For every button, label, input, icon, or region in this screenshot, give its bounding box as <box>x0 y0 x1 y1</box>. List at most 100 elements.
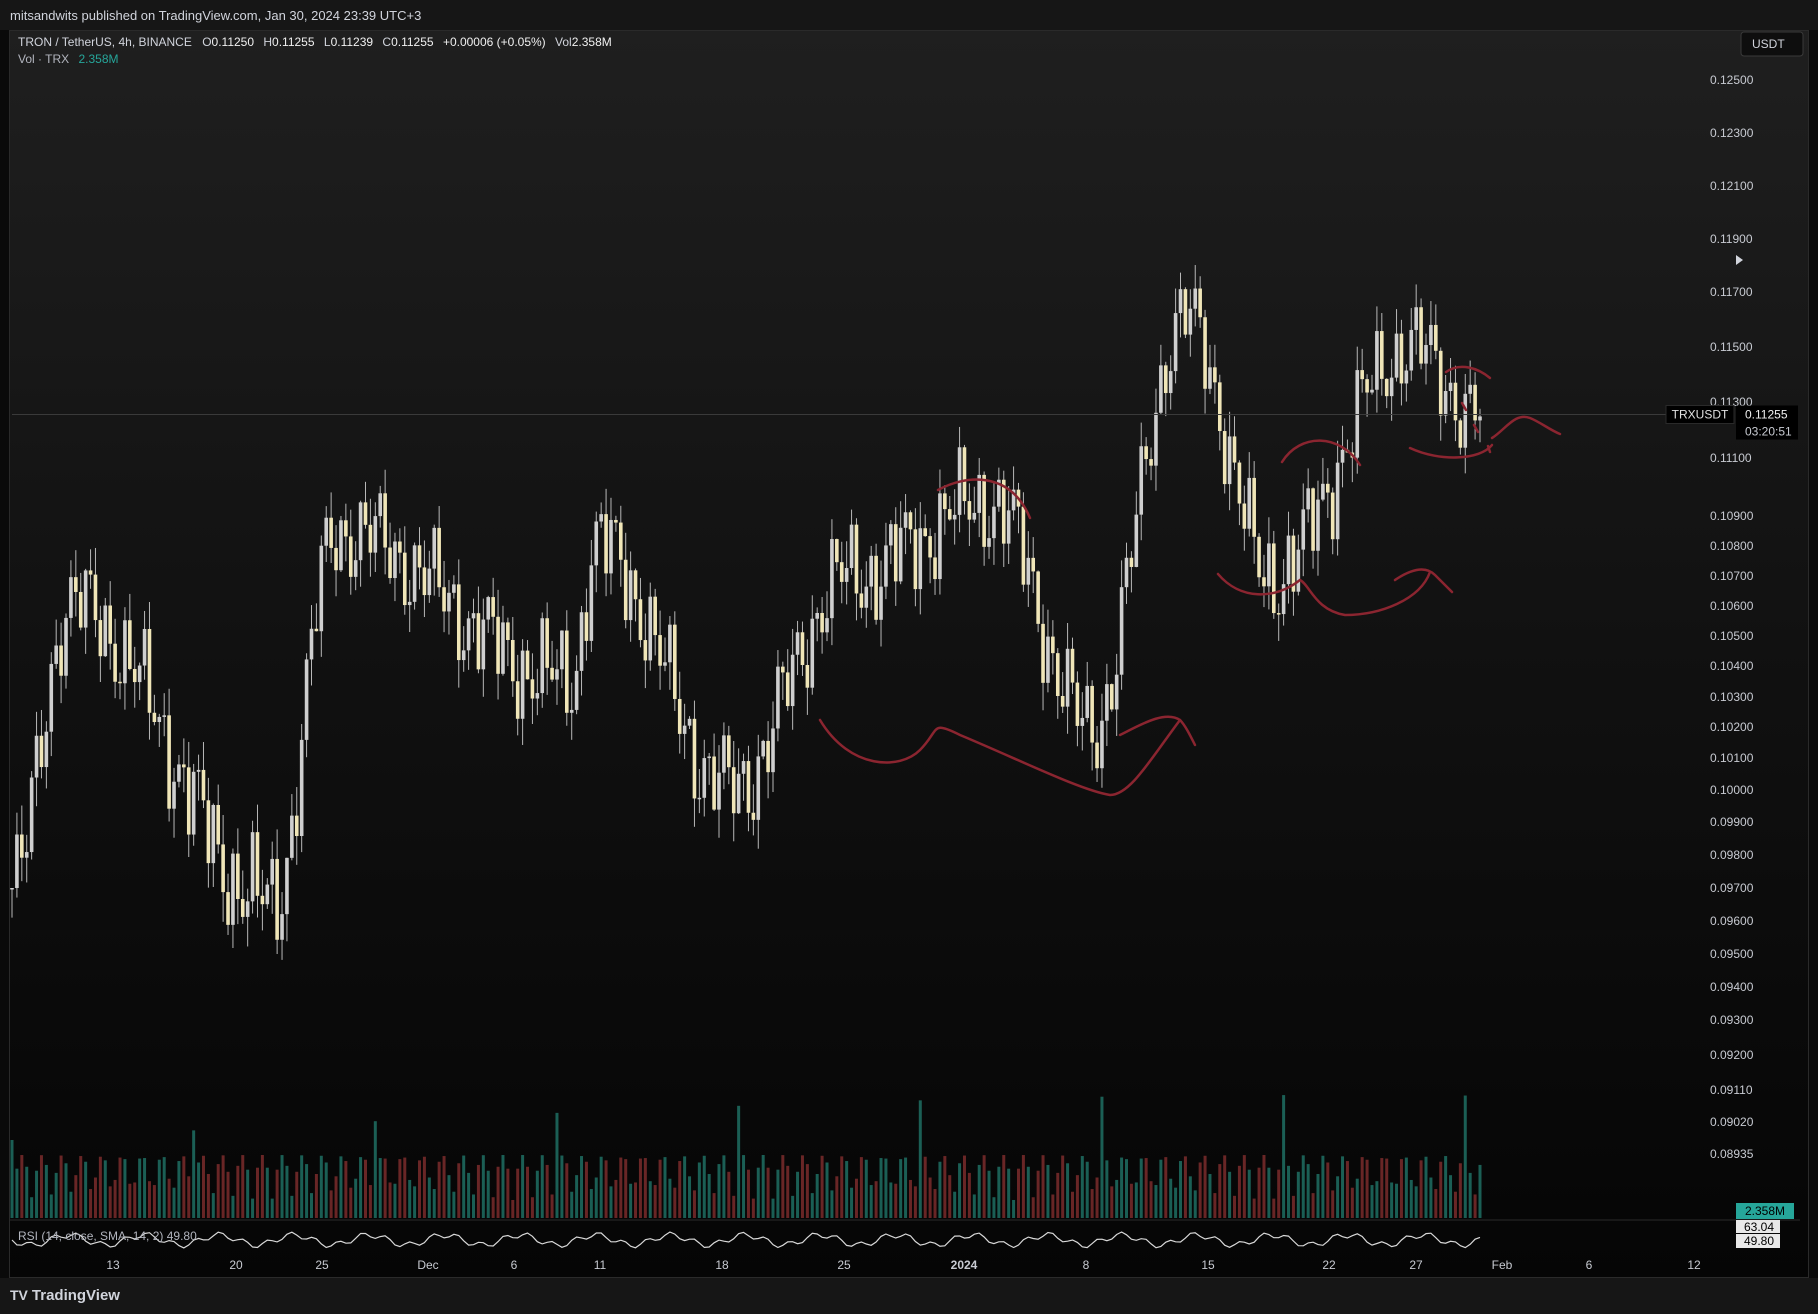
volume-bar <box>526 1166 530 1218</box>
candle-body <box>221 844 225 893</box>
legend-symbol: TRON / TetherUS, 4h, BINANCE <box>18 35 192 49</box>
volume-bar <box>584 1161 588 1218</box>
volume-bar <box>516 1168 520 1218</box>
price-tick-label: 0.09500 <box>1710 947 1754 961</box>
legend-l-value: 0.11239 <box>331 35 374 49</box>
volume-bar <box>1267 1167 1271 1218</box>
scale-marker-icon[interactable] <box>1736 255 1743 265</box>
candle-body <box>74 577 78 592</box>
volume-bar <box>815 1173 819 1218</box>
volume-bar <box>1262 1155 1266 1218</box>
volume-bar <box>766 1167 770 1218</box>
volume-bar <box>550 1194 554 1218</box>
candle-body <box>1340 449 1345 463</box>
candle-body <box>589 565 594 641</box>
candle-body <box>1473 384 1477 421</box>
volume-bar <box>1164 1157 1168 1218</box>
volume-bar <box>226 1171 230 1218</box>
tradingview-brand[interactable]: TV TradingView <box>10 1287 120 1304</box>
volume-bar <box>462 1155 466 1218</box>
candle-body <box>1429 324 1433 346</box>
volume-bar <box>756 1167 760 1218</box>
candle-body <box>1090 685 1094 743</box>
candle-body <box>152 712 157 723</box>
price-tick-label: 0.10000 <box>1710 783 1754 797</box>
volume-bar <box>309 1193 313 1218</box>
volume-bar <box>1149 1181 1153 1218</box>
time-axis[interactable]: 13 20 25 Dec 6 11 18 25 2024 8 15 22 27 Feb 6 12 <box>106 1258 1701 1272</box>
candle-body <box>118 681 122 684</box>
volume-bar <box>1213 1193 1217 1218</box>
candle-body <box>1404 370 1409 384</box>
volume-bar <box>79 1156 83 1218</box>
candle-body <box>461 650 466 661</box>
candle-body <box>771 728 775 773</box>
rsi-pane: RSI (14, close, SMA, 14, 2) 49.80 63.0449… <box>10 1219 1800 1249</box>
candle-body <box>211 804 216 864</box>
volume-bar <box>275 1169 279 1218</box>
volume-bar <box>197 1162 201 1218</box>
volume-bar <box>1380 1158 1384 1218</box>
annotation-stroke[interactable] <box>1490 415 1562 440</box>
price-tick-label: 0.12500 <box>1710 73 1754 87</box>
annotation-stroke[interactable] <box>1393 568 1454 594</box>
volume-bar <box>928 1177 932 1218</box>
price-tick-label: 0.11700 <box>1710 285 1753 299</box>
volume-bar <box>452 1191 456 1218</box>
volume-bar <box>555 1112 559 1218</box>
candle-body <box>260 895 265 905</box>
candle-body <box>972 512 977 520</box>
candle-body <box>1316 499 1320 551</box>
volume-bar <box>1233 1195 1237 1218</box>
drawing-annotations[interactable] <box>818 365 1562 797</box>
volume-bar <box>1115 1179 1119 1218</box>
volume-bar <box>1041 1155 1045 1218</box>
volume-bar <box>221 1155 225 1218</box>
volume-bar <box>717 1164 721 1218</box>
volume-legend: Vol · TRX 2.358M <box>18 52 119 66</box>
candle-body <box>407 601 412 606</box>
annotation-stroke[interactable] <box>1280 439 1362 467</box>
volume-bar <box>496 1166 500 1218</box>
volume-bar <box>25 1166 29 1218</box>
annotation-stroke[interactable] <box>1408 443 1494 459</box>
volume-bar <box>187 1176 191 1218</box>
volume-bar <box>118 1157 122 1218</box>
volume-bar <box>953 1191 957 1218</box>
volume-bar <box>614 1179 618 1218</box>
volume-bar <box>216 1164 220 1218</box>
annotation-stroke[interactable] <box>1444 365 1492 380</box>
candle-body <box>1217 382 1222 432</box>
candle-body <box>329 517 333 548</box>
volume-bar <box>751 1198 755 1218</box>
volume-bar <box>324 1162 328 1218</box>
price-scale[interactable]: 0.12500 0.12300 0.12100 0.11900 0.11700 0.115… <box>1710 73 1754 1161</box>
volume-bar <box>457 1163 461 1218</box>
volume-bar <box>398 1159 402 1218</box>
volume-bar <box>732 1195 736 1218</box>
candle-body <box>903 512 908 528</box>
volume-bar <box>1458 1163 1462 1218</box>
volume-bar <box>707 1174 711 1218</box>
volume-bar <box>653 1185 657 1218</box>
volume-bar <box>363 1159 367 1218</box>
candle-body <box>123 620 127 684</box>
volume-bar <box>39 1155 43 1218</box>
volume-bar <box>1007 1168 1011 1218</box>
candle-body <box>555 669 559 680</box>
candle-body <box>707 756 711 759</box>
annotation-stroke[interactable] <box>1118 715 1197 747</box>
candle-body <box>15 834 19 888</box>
volume-bar <box>285 1165 289 1218</box>
candle-body <box>540 618 545 694</box>
volume-legend-value: 2.358M <box>78 52 118 66</box>
price-chart[interactable]: RSI (14, close, SMA, 14, 2) 49.80 63.0449… <box>0 0 1818 1314</box>
rsi-legend[interactable]: RSI (14, close, SMA, 14, 2) 49.80 <box>18 1229 197 1243</box>
volume-bar <box>472 1194 476 1218</box>
candle-body <box>334 547 338 571</box>
volume-bar <box>530 1197 534 1218</box>
volume-bar <box>143 1158 147 1218</box>
tradingview-logo-icon: TV <box>10 1287 28 1303</box>
legend-change: +0.00006 (+0.05%) <box>443 35 546 49</box>
price-tick-label: 0.09020 <box>1710 1115 1754 1129</box>
